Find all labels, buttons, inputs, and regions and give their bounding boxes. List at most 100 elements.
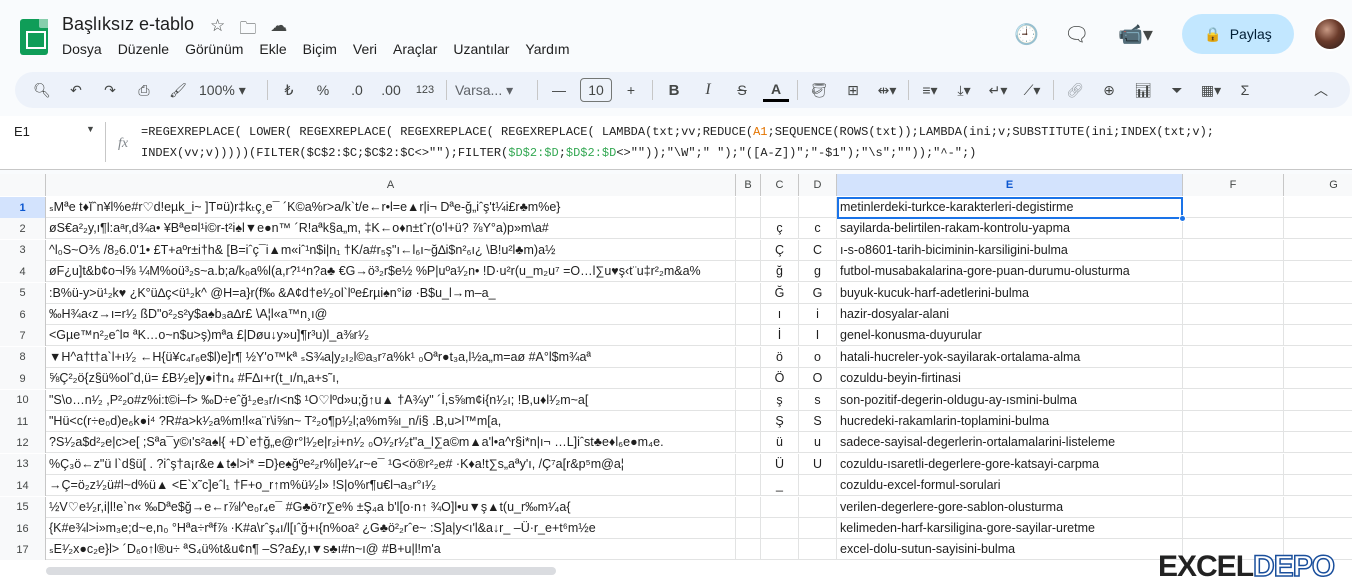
cell-f[interactable] <box>1183 368 1284 390</box>
cell-d[interactable]: c <box>799 218 837 240</box>
merge-cells-icon[interactable]: ⇹▾ <box>874 78 900 102</box>
strikethrough-button[interactable]: S <box>729 78 755 102</box>
row-header[interactable]: 2 <box>0 218 46 240</box>
cell-b[interactable] <box>736 496 761 518</box>
percent-format-button[interactable]: % <box>310 78 336 102</box>
cell-d[interactable] <box>799 475 837 497</box>
cell-a[interactable]: ₛMªe t♦ĭˆn¥l%e#r♡d!eµk_i~ ]T¤ü)r‡kₜç¸e¯ … <box>46 197 736 218</box>
row-header[interactable]: 1 <box>0 197 46 218</box>
cell-a[interactable]: ^l₀S~O⅗ /8₂6.0'1• £T+aºr±i†h& [B=iˆç¯i▲m… <box>46 239 736 261</box>
column-header-f[interactable]: F <box>1183 174 1284 196</box>
row-header[interactable]: 3 <box>0 239 46 261</box>
cell-g[interactable] <box>1284 497 1352 518</box>
cell-g[interactable] <box>1284 368 1352 389</box>
cell-f[interactable] <box>1183 496 1284 518</box>
cell-a[interactable]: ⅝Ç²₂ö{z§ü%olˆd,ü= £B¹⁄₂e]y●i†n₄ #F∆ı+r(t… <box>46 368 736 390</box>
cell-a[interactable]: ₛE¹⁄₂x●c₂e}l> ´D₆o↑l®u÷ ªS₄ü%t&u¢n¶ –S?a… <box>46 539 736 561</box>
menu-format[interactable]: Biçim <box>303 41 337 57</box>
cell-b[interactable] <box>736 325 761 347</box>
row-header[interactable]: 14 <box>0 475 46 497</box>
menu-data[interactable]: Veri <box>353 41 377 57</box>
print-icon[interactable]: ⎙ <box>131 78 157 102</box>
cell-b[interactable] <box>736 432 761 454</box>
search-icon[interactable]: 🔍︎ <box>29 78 55 102</box>
cell-g[interactable] <box>1284 475 1352 496</box>
cell-e[interactable]: genel-konusma-duyurular <box>837 325 1183 347</box>
insert-comment-icon[interactable]: ⊕ <box>1096 78 1122 102</box>
cell-g[interactable] <box>1284 197 1352 218</box>
cell-f[interactable] <box>1183 475 1284 497</box>
row-header[interactable]: 7 <box>0 325 46 347</box>
cell-a[interactable]: ▼H^a†t†a`l+ı¹⁄₂ ←H{ü¥c₄r₆e$l)e]r¶ ½Y'o™k… <box>46 346 736 368</box>
cell-c[interactable]: ğ <box>761 261 799 283</box>
cell-d[interactable]: U <box>799 453 837 475</box>
insert-link-icon[interactable]: 🔗︎ <box>1062 78 1088 102</box>
cell-c[interactable]: ç <box>761 218 799 240</box>
cell-e[interactable]: cozuldu-ısaretli-degerlere-gore-katsayi-… <box>837 453 1183 475</box>
cell-g[interactable] <box>1284 347 1352 368</box>
comments-icon[interactable]: 🗨 <box>1064 22 1089 47</box>
fill-handle[interactable] <box>1179 215 1186 222</box>
cell-f[interactable] <box>1183 518 1284 539</box>
menu-view[interactable]: Görünüm <box>185 41 243 57</box>
text-color-button[interactable]: A <box>763 78 789 102</box>
cell-d[interactable]: I <box>799 325 837 347</box>
select-all-corner[interactable] <box>0 174 46 196</box>
row-header[interactable]: 10 <box>0 389 46 411</box>
cell-b[interactable] <box>736 539 761 561</box>
cell-c[interactable] <box>761 496 799 518</box>
cell-g[interactable] <box>1284 432 1352 453</box>
cell-f[interactable] <box>1183 411 1284 432</box>
cell-c[interactable]: ı <box>761 304 799 325</box>
cell-f[interactable] <box>1183 432 1284 454</box>
column-header-c[interactable]: C <box>761 174 799 196</box>
cell-c[interactable]: Ü <box>761 453 799 475</box>
cell-f[interactable] <box>1183 346 1284 368</box>
cell-f[interactable] <box>1183 197 1284 218</box>
cell-d[interactable] <box>799 539 837 561</box>
cell-c[interactable] <box>761 197 799 218</box>
cell-e[interactable]: cozuldu-excel-formul-sorulari <box>837 475 1183 497</box>
menu-edit[interactable]: Düzenle <box>118 41 169 57</box>
cell-c[interactable]: Ğ <box>761 282 799 304</box>
cell-b[interactable] <box>736 218 761 240</box>
increase-decimal-button[interactable]: .00 <box>378 78 404 102</box>
cell-d[interactable]: O <box>799 368 837 390</box>
zoom-select[interactable]: 100% ▾ <box>199 78 259 102</box>
document-title[interactable]: Başlıksız e-tablo <box>62 14 194 35</box>
cell-a[interactable]: :B%ü-y>ü¹₂k♥ ¿K°ü∆ç<ü¹₂k^ @H=a}r(f‰ &A¢d… <box>46 282 736 304</box>
cell-d[interactable] <box>799 496 837 518</box>
font-size-increase-button[interactable]: + <box>618 78 644 102</box>
cell-a[interactable]: <Gµe™n²₂eˆl¤ ªK…o~n$u>ş)mªa £|Døu↓y»u]¶r… <box>46 325 736 347</box>
version-history-icon[interactable]: 🕘 <box>1014 22 1039 47</box>
font-size-input[interactable]: 10 <box>580 78 612 102</box>
column-header-b[interactable]: B <box>736 174 761 196</box>
cell-d[interactable]: i <box>799 304 837 325</box>
menu-tools[interactable]: Araçlar <box>393 41 437 57</box>
cell-b[interactable] <box>736 453 761 475</box>
cell-f[interactable] <box>1183 389 1284 411</box>
cell-e[interactable]: kelimeden-harf-karsiligina-gore-sayilar-… <box>837 518 1183 539</box>
cell-c[interactable]: ö <box>761 346 799 368</box>
cell-a[interactable]: ?S¹⁄₂a$d²₂e|c>e[ ;Sªa¯y©ı's²a♠l{ +D`e†ğ„… <box>46 432 736 454</box>
row-header[interactable]: 12 <box>0 432 46 454</box>
cell-a[interactable]: "S\o…n¹⁄₂ ,P²₂o#z%i:t©i–f> ‰D÷eˆğ¹₂e₃r/ı… <box>46 389 736 411</box>
cell-d[interactable] <box>799 518 837 539</box>
cell-g[interactable] <box>1284 411 1352 432</box>
cell-g[interactable] <box>1284 283 1352 304</box>
cell-e[interactable]: buyuk-kucuk-harf-adetlerini-bulma <box>837 282 1183 304</box>
cell-a[interactable]: %Ç₃ö←z"ü l`d§ü[ . ?iˆş†a¡r&e▲t♠l>i* =D}e… <box>46 453 736 475</box>
cell-c[interactable]: Ç <box>761 239 799 261</box>
fill-color-icon[interactable]: 🪣︎ <box>806 78 832 102</box>
horizontal-align-icon[interactable]: ≡▾ <box>917 78 943 102</box>
meet-video-icon[interactable]: 📹▾ <box>1118 22 1153 47</box>
filter-views-icon[interactable]: ▦▾ <box>1198 78 1224 102</box>
cell-f[interactable] <box>1183 282 1284 304</box>
cell-e[interactable]: hazir-dosyalar-alani <box>837 304 1183 325</box>
row-header[interactable]: 15 <box>0 496 46 518</box>
cell-e[interactable]: metinlerdeki-turkce-karakterleri-degisti… <box>837 197 1183 218</box>
cell-a[interactable]: {K#e¾l>i»m₃e;d~e,n₀ °Hªa÷rªf⅞ ·K#a\rˆş₄ı… <box>46 518 736 539</box>
cell-e[interactable]: hucredeki-rakamlarin-toplamini-bulma <box>837 411 1183 432</box>
cell-d[interactable]: G <box>799 282 837 304</box>
column-header-g[interactable]: G <box>1284 174 1352 196</box>
